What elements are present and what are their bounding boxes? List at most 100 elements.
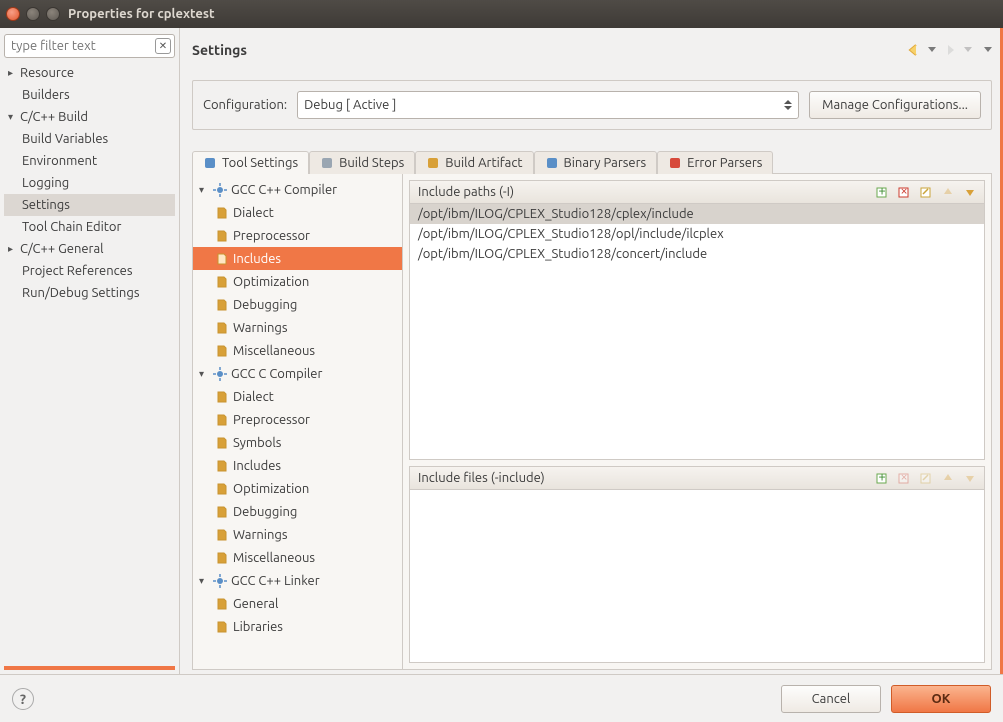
move-down-icon[interactable] <box>962 184 978 200</box>
page-icon <box>215 252 229 266</box>
nav-item[interactable]: Tool Chain Editor <box>4 216 175 238</box>
forward-icon[interactable] <box>942 42 958 58</box>
tool-item[interactable]: Dialect <box>193 385 402 408</box>
tool-group[interactable]: ▾GCC C++ Compiler <box>193 178 402 201</box>
clear-filter-icon[interactable]: ✕ <box>155 38 171 54</box>
tool-item[interactable]: Miscellaneous <box>193 546 402 569</box>
tool-item[interactable]: Debugging <box>193 293 402 316</box>
svg-text:+: + <box>878 471 885 484</box>
forward-menu-icon[interactable] <box>964 47 972 52</box>
left-accent-bar <box>4 666 175 670</box>
tool-group[interactable]: ▾GCC C Compiler <box>193 362 402 385</box>
delete-icon[interactable]: × <box>896 184 912 200</box>
add-icon[interactable]: + <box>874 184 890 200</box>
filter-input[interactable] <box>4 34 175 58</box>
maximize-window-icon[interactable] <box>46 7 60 21</box>
twisty-icon: ▸ <box>8 67 20 79</box>
tool-label: Optimization <box>233 275 309 289</box>
move-up-icon <box>940 184 956 200</box>
nav-item[interactable]: Build Variables <box>4 128 175 150</box>
tool-label: Debugging <box>233 505 297 519</box>
section-title-include-files: Include files (-include) <box>418 471 545 485</box>
twisty-icon: ▾ <box>8 111 20 123</box>
nav-tree: ▸ResourceBuilders▾C/C++ BuildBuild Varia… <box>4 62 175 666</box>
tab-icon <box>203 156 217 170</box>
minimize-window-icon[interactable] <box>26 7 40 21</box>
right-pane: Settings Configuration: Debug [ Active ] <box>180 28 1003 674</box>
edit-icon[interactable] <box>918 184 934 200</box>
nav-item[interactable]: Environment <box>4 150 175 172</box>
tool-label: General <box>233 597 278 611</box>
section-title-include-paths: Include paths (-I) <box>418 185 514 199</box>
add-file-icon[interactable]: + <box>874 470 890 486</box>
list-item[interactable]: /opt/ibm/ILOG/CPLEX_Studio128/opl/includ… <box>410 224 984 244</box>
titlebar: Properties for cplextest <box>0 0 1003 28</box>
list-include-files[interactable] <box>410 490 984 662</box>
nav-label: Project References <box>22 264 132 278</box>
nav-label: C/C++ General <box>20 242 104 256</box>
list-item[interactable]: /opt/ibm/ILOG/CPLEX_Studio128/concert/in… <box>410 244 984 264</box>
tab[interactable]: Binary Parsers <box>534 151 658 174</box>
tool-item[interactable]: Dialect <box>193 201 402 224</box>
nav-item[interactable]: Logging <box>4 172 175 194</box>
tool-item[interactable]: Preprocessor <box>193 408 402 431</box>
tab[interactable]: Tool Settings <box>192 151 309 174</box>
tool-group[interactable]: ▾GCC C++ Linker <box>193 569 402 592</box>
tool-item[interactable]: Preprocessor <box>193 224 402 247</box>
tool-item[interactable]: Warnings <box>193 316 402 339</box>
tab[interactable]: Build Artifact <box>415 151 533 174</box>
nav-item[interactable]: Settings <box>4 194 175 216</box>
page-icon <box>215 298 229 312</box>
tool-label: Includes <box>233 459 281 473</box>
nav-label: Run/Debug Settings <box>22 286 139 300</box>
nav-label: Tool Chain Editor <box>22 220 121 234</box>
tool-item[interactable]: Miscellaneous <box>193 339 402 362</box>
page-title: Settings <box>192 42 247 58</box>
nav-item[interactable]: ▸C/C++ General <box>4 238 175 260</box>
tool-item[interactable]: Includes <box>193 247 402 270</box>
tab[interactable]: Build Steps <box>309 151 415 174</box>
tool-item[interactable]: Debugging <box>193 500 402 523</box>
list-include-paths[interactable]: /opt/ibm/ILOG/CPLEX_Studio128/cplex/incl… <box>410 204 984 459</box>
section-toolbar-include-files: + × <box>874 470 978 486</box>
tab-icon <box>320 156 334 170</box>
move-down-file-icon <box>962 470 978 486</box>
tool-label: GCC C++ Linker <box>231 574 320 588</box>
close-window-icon[interactable] <box>6 7 20 21</box>
tool-item[interactable]: Optimization <box>193 477 402 500</box>
help-icon[interactable]: ? <box>12 688 34 710</box>
manage-config-button[interactable]: Manage Configurations... <box>809 91 981 119</box>
nav-label: Logging <box>22 176 69 190</box>
back-menu-icon[interactable] <box>928 47 936 52</box>
nav-item[interactable]: Project References <box>4 260 175 282</box>
detail-pane: Include paths (-I) + × /opt/ibm/ILOG/CPL… <box>403 174 991 669</box>
page-icon <box>215 344 229 358</box>
nav-item[interactable]: ▾C/C++ Build <box>4 106 175 128</box>
tool-label: Miscellaneous <box>233 551 315 565</box>
nav-item[interactable]: Run/Debug Settings <box>4 282 175 304</box>
tab-icon <box>426 156 440 170</box>
tool-item[interactable]: Symbols <box>193 431 402 454</box>
tool-item[interactable]: General <box>193 592 402 615</box>
cancel-button[interactable]: Cancel <box>781 685 881 713</box>
config-value: Debug [ Active ] <box>304 98 396 112</box>
tab-label: Build Artifact <box>445 156 522 170</box>
tool-item[interactable]: Optimization <box>193 270 402 293</box>
nav-item[interactable]: Builders <box>4 84 175 106</box>
list-item[interactable]: /opt/ibm/ILOG/CPLEX_Studio128/cplex/incl… <box>410 204 984 224</box>
tab[interactable]: Error Parsers <box>657 151 773 174</box>
nav-label: C/C++ Build <box>20 110 88 124</box>
config-combo[interactable]: Debug [ Active ] <box>297 91 799 119</box>
view-menu-icon[interactable] <box>984 47 992 52</box>
nav-label: Builders <box>22 88 70 102</box>
tab-label: Tool Settings <box>222 156 298 170</box>
tab-label: Build Steps <box>339 156 404 170</box>
back-icon[interactable] <box>906 42 922 58</box>
tool-item[interactable]: Includes <box>193 454 402 477</box>
page-icon <box>215 229 229 243</box>
config-bar: Configuration: Debug [ Active ] Manage C… <box>192 80 992 130</box>
tool-item[interactable]: Libraries <box>193 615 402 638</box>
nav-item[interactable]: ▸Resource <box>4 62 175 84</box>
tool-item[interactable]: Warnings <box>193 523 402 546</box>
ok-button[interactable]: OK <box>891 685 991 713</box>
